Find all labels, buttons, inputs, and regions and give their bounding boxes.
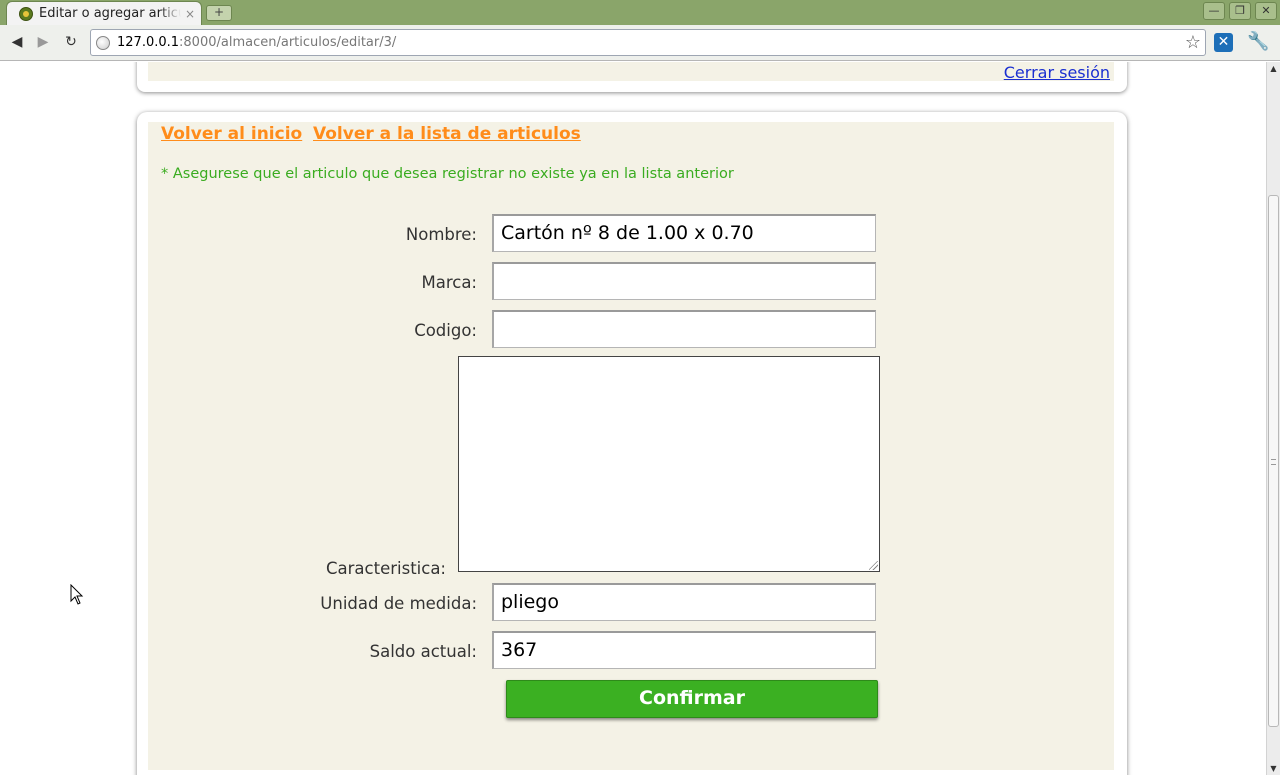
new-tab-button[interactable]: + bbox=[206, 5, 232, 21]
vertical-scrollbar[interactable]: ▲ ▼ bbox=[1266, 62, 1280, 775]
home-link[interactable]: Volver al inicio bbox=[161, 124, 302, 144]
warning-note: * Asegurese que el articulo que desea re… bbox=[161, 166, 734, 182]
wrench-menu-icon[interactable]: 🔧 bbox=[1247, 31, 1269, 52]
header-panel: Cerrar sesión bbox=[137, 62, 1127, 92]
article-list-link[interactable]: Volver a la lista de articulos bbox=[313, 124, 581, 144]
close-window-icon[interactable]: ✕ bbox=[1255, 2, 1277, 20]
forward-icon[interactable]: ▶ bbox=[33, 33, 53, 51]
nombre-input[interactable]: Cartón nº 8 de 1.00 x 0.70 bbox=[492, 214, 876, 252]
browser-titlebar: Editar o agregar articulo × + — ❐ ✕ bbox=[0, 0, 1280, 25]
main-panel: Volver al inicio Volver a la lista de ar… bbox=[137, 112, 1127, 775]
saldo-label: Saldo actual: bbox=[369, 642, 477, 661]
browser-tab[interactable]: Editar o agregar articulo × bbox=[6, 1, 202, 25]
scrollbar-grip bbox=[1271, 459, 1276, 465]
unidad-input[interactable]: pliego bbox=[492, 583, 876, 621]
page-viewport: Cerrar sesión Volver al inicio Volver a … bbox=[0, 62, 1266, 775]
scroll-down-arrow-icon[interactable]: ▼ bbox=[1267, 762, 1280, 775]
scroll-up-arrow-icon[interactable]: ▲ bbox=[1267, 62, 1280, 75]
extension-icon[interactable]: ✕ bbox=[1214, 33, 1233, 52]
mouse-cursor-icon bbox=[70, 584, 84, 605]
scrollbar-thumb[interactable] bbox=[1268, 195, 1279, 727]
url-host: 127.0.0.1 bbox=[117, 35, 180, 50]
bookmark-star-icon[interactable]: ☆ bbox=[1185, 32, 1201, 53]
caracteristica-label: Caracteristica: bbox=[326, 559, 446, 578]
header-inner: Cerrar sesión bbox=[148, 62, 1114, 82]
saldo-input[interactable]: 367 bbox=[492, 631, 876, 669]
globe-icon bbox=[96, 35, 110, 50]
codigo-input[interactable] bbox=[492, 310, 876, 348]
address-bar[interactable]: 127.0.0.1:8000/almacen/articulos/editar/… bbox=[90, 29, 1206, 56]
caracteristica-textarea[interactable] bbox=[458, 356, 880, 572]
marca-input[interactable] bbox=[492, 262, 876, 300]
unidad-label: Unidad de medida: bbox=[320, 594, 477, 613]
favicon-icon bbox=[19, 6, 33, 21]
nombre-label: Nombre: bbox=[405, 225, 477, 244]
minimize-icon[interactable]: — bbox=[1203, 2, 1225, 20]
confirm-button[interactable]: Confirmar bbox=[506, 680, 878, 718]
resize-grip-icon[interactable] bbox=[869, 561, 878, 570]
back-icon[interactable]: ◀ bbox=[7, 33, 27, 51]
codigo-label: Codigo: bbox=[414, 321, 477, 340]
marca-label: Marca: bbox=[421, 273, 477, 292]
form-container: Volver al inicio Volver a la lista de ar… bbox=[148, 122, 1114, 770]
restore-icon[interactable]: ❐ bbox=[1229, 2, 1251, 20]
browser-toolbar: ◀ ▶ ↻ 127.0.0.1:8000/almacen/articulos/e… bbox=[0, 25, 1280, 61]
reload-icon[interactable]: ↻ bbox=[61, 33, 81, 51]
tab-title: Editar o agregar articulo bbox=[39, 6, 181, 21]
url-path: :8000/almacen/articulos/editar/3/ bbox=[179, 35, 397, 50]
tab-close-icon[interactable]: × bbox=[185, 7, 195, 21]
logout-link[interactable]: Cerrar sesión bbox=[1004, 63, 1110, 82]
